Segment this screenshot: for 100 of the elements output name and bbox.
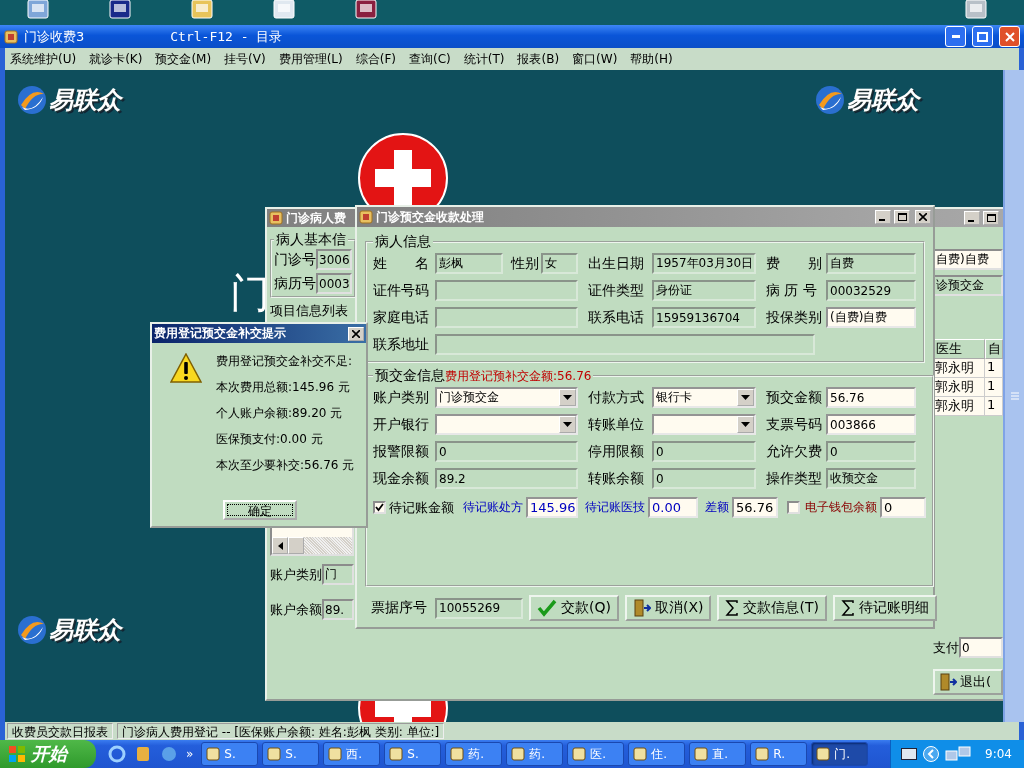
clock: 9:04 (985, 747, 1012, 761)
background-text: 门 (230, 269, 270, 318)
taskbar-button[interactable]: S. (384, 742, 442, 766)
menu-item[interactable]: 查询(C) (409, 50, 451, 68)
checkmark-icon (537, 599, 557, 617)
taskbar-button[interactable]: S. (201, 742, 259, 766)
action-button[interactable]: 交款(Q) (529, 595, 619, 621)
menu-item[interactable]: 窗口(W) (572, 50, 618, 68)
window-icon (269, 211, 283, 225)
input-field[interactable]: 0.00 (648, 497, 698, 518)
dropdown-field[interactable]: 银行卡 (652, 387, 756, 408)
dialog-title: 费用登记预交金补交提示 (154, 325, 286, 342)
field-label: 账户类别 (373, 388, 430, 407)
minimize-button[interactable] (875, 210, 891, 224)
field-label: 账户类别 (270, 565, 322, 584)
input-field: 1957年03月30日 (652, 253, 756, 274)
menu-item[interactable]: 预交金(M) (155, 50, 212, 68)
taskbar-button[interactable]: 住. (628, 742, 686, 766)
app-icon[interactable] (134, 745, 152, 763)
scroll-left-button[interactable] (272, 537, 288, 554)
close-button[interactable] (348, 326, 364, 341)
logo-text: 易联众 (847, 85, 919, 116)
taskbar-button[interactable]: 西. (323, 742, 381, 766)
dropdown-button[interactable] (737, 389, 754, 406)
taskbar-button[interactable]: 药. (506, 742, 564, 766)
checkbox[interactable] (787, 501, 800, 514)
menu-item[interactable]: 帮助(H) (630, 50, 673, 68)
input-field: 0 (652, 468, 756, 489)
menu-item[interactable]: 系统维护(U) (10, 50, 77, 68)
chevron-left-icon[interactable] (923, 746, 940, 762)
window-title: 门诊收费3 (24, 27, 85, 46)
input-field: 自费)自费 (933, 249, 1003, 270)
field-label: 预交金额 (766, 388, 823, 407)
dropdown-field[interactable] (652, 414, 756, 435)
dropdown-field[interactable]: 门诊预交金 (435, 387, 578, 408)
taskbar-button[interactable]: 门. (811, 742, 869, 766)
dropdown-button[interactable] (737, 416, 754, 433)
warning-icon (170, 353, 202, 383)
taskbar-button[interactable]: S. (262, 742, 320, 766)
input-field[interactable]: 0 (880, 497, 926, 518)
checkbox[interactable] (373, 501, 386, 514)
window-icon (359, 210, 373, 224)
menu-item[interactable]: 统计(T) (463, 50, 505, 68)
minimize-icon (951, 35, 960, 38)
input-field: 3006 (316, 249, 352, 270)
minimize-button[interactable] (964, 211, 980, 225)
field-label: 投保类别 (766, 308, 823, 327)
checkmark-icon (375, 503, 384, 512)
menu-item[interactable]: 挂号(V) (224, 50, 266, 68)
dropdown-button[interactable] (559, 389, 576, 406)
close-button[interactable] (915, 210, 931, 224)
taskbar-button[interactable]: R. (750, 742, 808, 766)
input-field[interactable]: 003866 (826, 414, 916, 435)
exit-button[interactable]: 退出( (933, 669, 1003, 695)
scroll-thumb[interactable] (288, 537, 304, 554)
alert-text: 本次费用总额:145.96 元 (216, 379, 351, 396)
field-label: 证件类型 (588, 281, 645, 300)
dropdown-button[interactable] (559, 416, 576, 433)
field-label: 账户余额 (270, 600, 322, 619)
field-label: 病历号 (274, 274, 316, 293)
network-icon[interactable] (945, 746, 974, 762)
group-title: 病人基本信 (276, 231, 346, 249)
action-button[interactable]: 待记账明细 (832, 595, 937, 621)
input-field[interactable]: 145.96 (526, 497, 578, 518)
input-field: 0 (959, 637, 1003, 658)
more-button[interactable]: » (186, 747, 194, 761)
maximize-button[interactable] (983, 211, 999, 225)
menu-item[interactable]: 报表(B) (517, 50, 560, 68)
group-title: 病人信息 (375, 233, 431, 251)
taskbar-button[interactable]: 药. (445, 742, 503, 766)
action-button[interactable]: 交款信息(T) (717, 595, 827, 621)
input-field[interactable]: 56.76 (826, 387, 916, 408)
caret-icon (563, 395, 572, 400)
logo-icon (815, 85, 845, 115)
browser-icon[interactable] (108, 745, 126, 763)
maximize-button[interactable] (894, 210, 910, 224)
taskbar-button[interactable]: 直. (689, 742, 747, 766)
menu-item[interactable]: 就诊卡(K) (89, 50, 143, 68)
menu-item[interactable]: 综合(F) (355, 50, 396, 68)
menu-item[interactable]: 费用管理(L) (278, 50, 343, 68)
checkbox-label: 待记账金额 (389, 498, 454, 517)
action-button[interactable]: 取消(X) (624, 595, 712, 621)
keyboard-icon[interactable] (901, 748, 918, 760)
taskbar-button[interactable]: 医. (567, 742, 625, 766)
app-icon (633, 747, 648, 761)
field-label: 现金余额 (373, 469, 430, 488)
field-label: 性别 (511, 254, 539, 273)
sigma-icon (840, 600, 855, 616)
input-field[interactable]: (自费)自费 (826, 307, 916, 328)
field-label: 操作类型 (766, 469, 823, 488)
alert-text: 费用登记预交金补交不足: (216, 353, 354, 370)
dropdown-field[interactable] (435, 414, 578, 435)
field-label: 证件号码 (373, 281, 430, 300)
input-field: 门 (322, 564, 354, 585)
alert-text: 医保预支付:0.00 元 (216, 431, 324, 448)
field-label: 报警限额 (373, 442, 430, 461)
left-arrow-icon (277, 541, 283, 550)
input-field: 89.2 (435, 468, 578, 489)
input-field[interactable]: 56.76 (732, 497, 778, 518)
column-header: 自 (985, 339, 1003, 359)
